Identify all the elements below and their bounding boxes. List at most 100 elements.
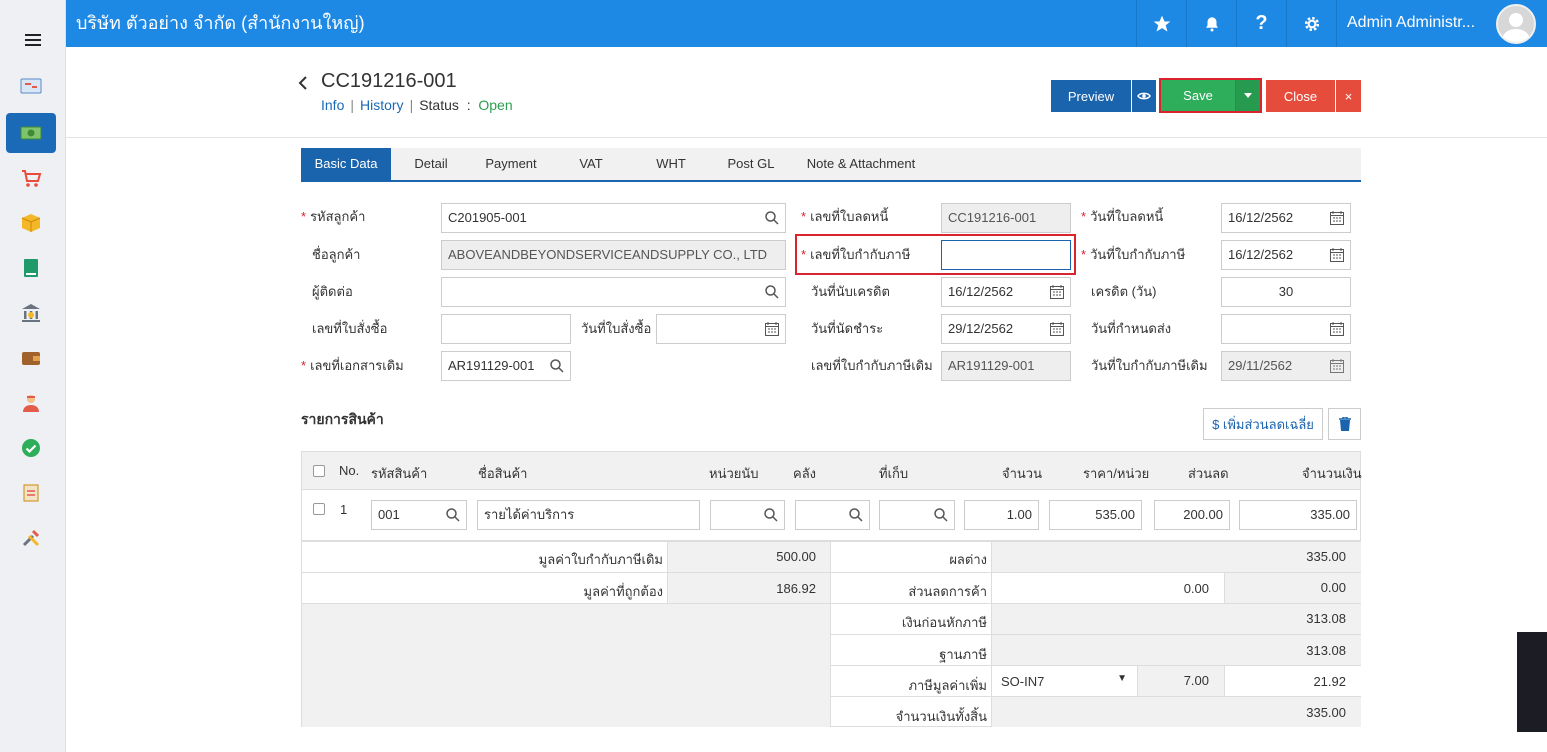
- sidebar-item-bank[interactable]: [6, 293, 56, 333]
- preview-button[interactable]: Preview: [1051, 80, 1131, 112]
- before-tax-value: 313.08: [1306, 611, 1346, 626]
- sidebar-item-inventory[interactable]: [6, 203, 56, 243]
- close-button[interactable]: Close: [1266, 80, 1335, 112]
- save-dropdown-button[interactable]: [1235, 80, 1260, 111]
- search-icon[interactable]: [764, 210, 780, 226]
- cart-icon: [22, 170, 42, 187]
- back-button[interactable]: [298, 74, 308, 95]
- summary-row: ภาษีมูลค่าเพิ่ม SO-IN7 ▼ 7.00 21.92: [831, 666, 1361, 697]
- sidebar-item-wallet[interactable]: [6, 338, 56, 378]
- credit-start-input[interactable]: 16/12/2562: [941, 277, 1071, 307]
- ref-doc-input[interactable]: AR191129-001: [441, 351, 571, 381]
- search-icon[interactable]: [445, 507, 461, 523]
- po-no-input[interactable]: [441, 314, 571, 344]
- calendar-icon[interactable]: [1329, 247, 1345, 263]
- due-date-label: วันที่นัดชำระ: [811, 321, 884, 336]
- item-code-input[interactable]: 001: [371, 500, 467, 530]
- trade-discount-input-value: 0.00: [1183, 581, 1209, 596]
- correct-value-label: มูลค่าที่ถูกต้อง: [583, 584, 663, 599]
- item-name-input[interactable]: รายได้ค่าบริการ: [477, 500, 700, 530]
- sidebar-item-approve[interactable]: [6, 428, 56, 468]
- close-icon: ×: [1344, 88, 1353, 104]
- vat-rate-cell: 7.00: [1137, 666, 1224, 696]
- tab-post-gl[interactable]: Post GL: [711, 148, 791, 180]
- sidebar-item-transfer[interactable]: [6, 473, 56, 513]
- search-icon[interactable]: [763, 507, 779, 523]
- calendar-icon[interactable]: [1049, 284, 1065, 300]
- sidebar-item-accounting[interactable]: [6, 248, 56, 288]
- select-all-checkbox[interactable]: [313, 465, 325, 477]
- history-link[interactable]: History: [360, 97, 404, 113]
- search-icon[interactable]: [933, 507, 949, 523]
- trade-discount-input[interactable]: 0.00: [991, 573, 1224, 603]
- favorites-button[interactable]: [1136, 0, 1186, 47]
- po-date-input[interactable]: [656, 314, 786, 344]
- warehouse-input[interactable]: [795, 500, 870, 530]
- tab-basic-data[interactable]: Basic Data: [301, 148, 391, 180]
- customer-code-label: * รหัสลูกค้า: [301, 209, 366, 224]
- calendar-icon[interactable]: [1329, 210, 1345, 226]
- sidebar-item-sales[interactable]: [6, 158, 56, 198]
- tax-inv-date-input[interactable]: 16/12/2562: [1221, 240, 1351, 270]
- doc-sub-links: Info | History | Status : Open: [321, 97, 513, 113]
- close-x-button[interactable]: ×: [1336, 80, 1361, 112]
- sidebar-item-dashboard[interactable]: [6, 66, 56, 106]
- question-icon: ?: [1255, 12, 1268, 34]
- trade-discount-label: ส่วนลดการค้า: [908, 584, 987, 599]
- trade-discount-value: 0.00: [1320, 580, 1346, 595]
- save-button[interactable]: Save: [1161, 80, 1235, 111]
- discount-input[interactable]: 200.00: [1154, 500, 1230, 530]
- items-section-title: รายการสินค้า: [301, 411, 384, 427]
- tab-bar: Basic Data Detail Payment VAT WHT Post G…: [301, 148, 1361, 182]
- sidebar-item-settings[interactable]: [6, 518, 56, 558]
- add-average-discount-button[interactable]: $ เพิ่มส่วนลดเฉลี่ย: [1203, 408, 1323, 440]
- search-icon[interactable]: [848, 507, 864, 523]
- tab-payment[interactable]: Payment: [471, 148, 551, 180]
- unit-input[interactable]: [710, 500, 785, 530]
- settings-button[interactable]: [1286, 0, 1336, 47]
- contact-label: ผู้ติดต่อ: [312, 284, 353, 299]
- customer-code-input[interactable]: C201905-001: [441, 203, 786, 233]
- user-name[interactable]: Admin Administr...: [1336, 0, 1486, 47]
- summary-row: มูลค่าใบกำกับภาษีเดิม 500.00: [302, 542, 831, 573]
- qty-input[interactable]: 1.00: [964, 500, 1039, 530]
- notifications-button[interactable]: [1186, 0, 1236, 47]
- sidebar-item-hr[interactable]: [6, 383, 56, 423]
- tab-note-attachment[interactable]: Note & Attachment: [793, 148, 929, 180]
- info-link[interactable]: Info: [321, 97, 344, 113]
- search-icon[interactable]: [549, 358, 565, 374]
- preview-eye-button[interactable]: [1132, 80, 1156, 112]
- search-icon[interactable]: [764, 284, 780, 300]
- credit-days-input[interactable]: 30: [1221, 277, 1351, 307]
- contact-input[interactable]: [441, 277, 786, 307]
- separator: |: [350, 97, 354, 113]
- tax-inv-no-input[interactable]: [941, 240, 1071, 270]
- cn-date-input[interactable]: 16/12/2562: [1221, 203, 1351, 233]
- diff-label: ผลต่าง: [949, 552, 987, 567]
- col-code: รหัสสินค้า: [371, 466, 428, 481]
- diff-value: 335.00: [1306, 549, 1346, 564]
- row-checkbox[interactable]: [313, 503, 325, 515]
- due-date-input[interactable]: 29/12/2562: [941, 314, 1071, 344]
- delete-button[interactable]: [1328, 408, 1361, 440]
- status-label: Status: [419, 97, 459, 113]
- calendar-icon[interactable]: [764, 321, 780, 337]
- price-input[interactable]: 535.00: [1049, 500, 1142, 530]
- vat-code-select[interactable]: SO-IN7 ▼: [991, 666, 1137, 696]
- avatar[interactable]: [1496, 4, 1536, 44]
- tab-wht[interactable]: WHT: [631, 148, 711, 180]
- overlay-edge: [1517, 632, 1547, 732]
- tab-vat[interactable]: VAT: [551, 148, 631, 180]
- delivery-date-input[interactable]: [1221, 314, 1351, 344]
- location-input[interactable]: [879, 500, 955, 530]
- sidebar: [0, 0, 66, 752]
- ref-tax-inv-date-field: 29/11/2562: [1221, 351, 1351, 381]
- sidebar-item-finance[interactable]: [6, 113, 56, 153]
- col-qty: จำนวน: [1002, 466, 1042, 481]
- calendar-icon[interactable]: [1049, 321, 1065, 337]
- tab-detail[interactable]: Detail: [391, 148, 471, 180]
- calendar-icon[interactable]: [1329, 321, 1345, 337]
- amount-input[interactable]: 335.00: [1239, 500, 1357, 530]
- help-button[interactable]: ?: [1236, 0, 1286, 47]
- header-divider: [66, 137, 1547, 138]
